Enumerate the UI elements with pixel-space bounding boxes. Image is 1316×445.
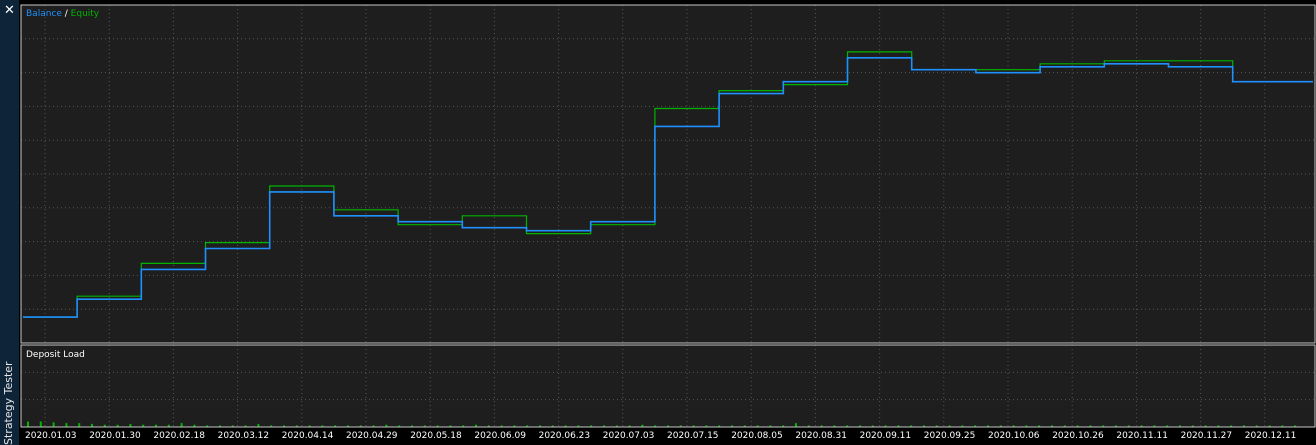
x-tick-label: 2020.08.31 xyxy=(795,431,847,441)
x-tick-label: 2020.01.30 xyxy=(89,431,141,441)
side-panel: ✕ Strategy Tester xyxy=(0,0,19,445)
x-tick-label: 2020.08.05 xyxy=(731,431,783,441)
legend-balance: Balance xyxy=(26,9,62,19)
x-tick-label: 2020.10.26 xyxy=(1052,431,1104,441)
x-tick-label: 2020.12.11 xyxy=(1245,431,1297,441)
x-tick-label: 2020.04.29 xyxy=(346,431,398,441)
x-tick-label: 2020.06.23 xyxy=(539,431,591,441)
deposit-load-bar xyxy=(52,422,55,427)
legend-separator: / xyxy=(62,9,71,19)
x-tick-label: 2020.09.25 xyxy=(924,431,976,441)
deposit-load-bar xyxy=(795,423,797,427)
main-plot-area xyxy=(21,5,1315,343)
x-axis-ticks: 2020.01.03 2020.01.30 2020.02.18 2020.03.12… xyxy=(25,431,1296,441)
x-tick-label: 2020.11.27 xyxy=(1181,431,1233,441)
x-tick-label: 2020.06.09 xyxy=(474,431,526,441)
balance-equity-chart: Balance / Equity Deposit Load 2020.01.03… xyxy=(20,4,1316,441)
deposit-load-plot-area xyxy=(21,345,1315,427)
strategy-tester-window: ✕ Strategy Tester Balance / Equity Depos… xyxy=(0,0,1316,445)
x-tick-label: 2020.02.18 xyxy=(153,431,205,441)
deposit-load-bar xyxy=(180,423,183,427)
x-tick-label: 2020.05.18 xyxy=(410,431,462,441)
side-tab-label[interactable]: Strategy Tester xyxy=(2,361,15,445)
x-tick-label: 2020.04.14 xyxy=(282,431,334,441)
x-tick-label: 2020.11.11 xyxy=(1116,431,1168,441)
deposit-load-bar xyxy=(27,421,29,427)
x-tick-label: 2020.03.12 xyxy=(218,431,270,441)
chart-legend: Balance / Equity xyxy=(26,9,100,19)
x-tick-label: 2020.07.03 xyxy=(603,431,655,441)
x-tick-label: 2020.07.15 xyxy=(667,431,719,441)
close-icon[interactable]: ✕ xyxy=(0,2,19,20)
legend-equity: Equity xyxy=(71,9,100,19)
x-tick-label: 2020.01.03 xyxy=(25,431,77,441)
deposit-load-bar xyxy=(39,421,42,427)
deposit-load-bar xyxy=(65,423,68,427)
deposit-load-bar xyxy=(78,423,81,427)
x-tick-label: 2020.10.06 xyxy=(988,431,1040,441)
x-tick-label: 2020.09.11 xyxy=(860,431,912,441)
deposit-load-title: Deposit Load xyxy=(26,350,85,360)
